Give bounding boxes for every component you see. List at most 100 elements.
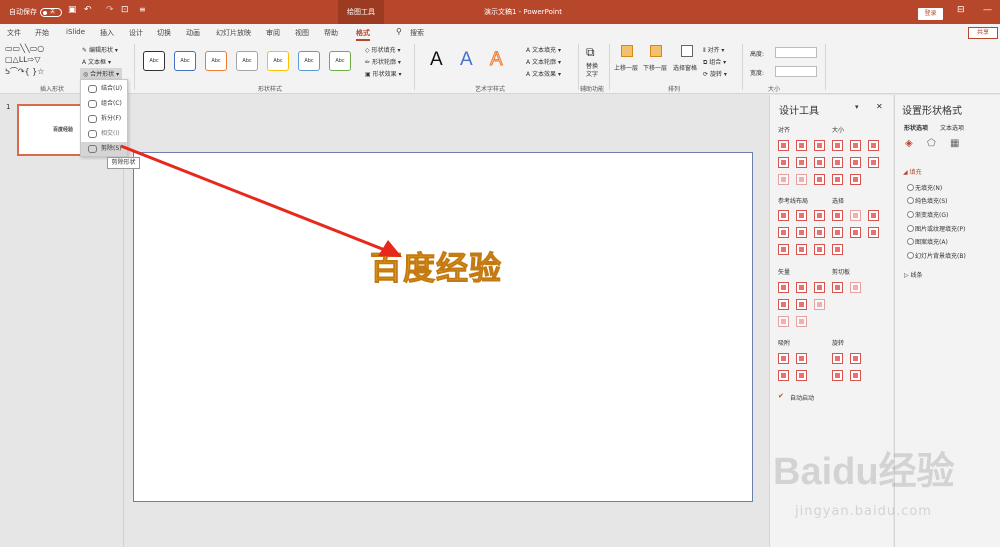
size-tool-icon[interactable] [868, 140, 879, 151]
text-effect-button[interactable]: A 文本效果 ▾ [526, 69, 561, 78]
shape-effect-button[interactable]: ▣ 形状效果 ▾ [365, 69, 402, 78]
tab-transitions[interactable]: 切换 [157, 28, 171, 38]
rotate-tool-icon[interactable] [850, 370, 861, 381]
snap-tool-icon[interactable] [778, 370, 789, 381]
shape-style-3[interactable]: Abc [205, 51, 227, 71]
fill-line-icon[interactable]: ◈ [905, 138, 913, 149]
merge-shapes-button[interactable]: ◎ 合并形状 ▾ [80, 68, 123, 79]
tab-insert[interactable]: 插入 [100, 28, 114, 38]
selection-pane-label[interactable]: 选择窗格 [673, 63, 697, 72]
shape-gallery[interactable]: ▭▭╲╲▭○ [5, 44, 44, 53]
autosave-toggle[interactable]: 关 [40, 8, 62, 17]
select-tool-icon[interactable] [868, 210, 879, 221]
clipboard-tool-icon[interactable] [850, 282, 861, 293]
size-tool-icon[interactable] [850, 157, 861, 168]
select-tool-icon[interactable] [832, 227, 843, 238]
menu-item-fragment[interactable]: 拆分(F) [81, 112, 127, 126]
text-outline-button[interactable]: A 文本轮廓 ▾ [526, 57, 561, 66]
guide-tool-icon[interactable] [778, 227, 789, 238]
size-tool-icon[interactable] [850, 140, 861, 151]
share-button[interactable]: 共享 [968, 27, 998, 39]
fill-option-none[interactable]: 无填充(N) [906, 183, 942, 192]
bring-forward-icon[interactable] [621, 45, 633, 57]
menu-item-intersect[interactable]: 相交(I) [81, 127, 127, 141]
auto-start-checkbox[interactable]: ✔ [778, 392, 784, 400]
effects-icon[interactable]: ⬠ [927, 138, 936, 149]
slide-title-text[interactable]: 百度经验 [369, 243, 502, 289]
size-tool-icon[interactable] [832, 140, 843, 151]
alt-text-label-2[interactable]: 文字 [586, 69, 598, 78]
align-tool-icon[interactable] [778, 157, 789, 168]
menu-item-subtract[interactable]: 剪除(S) [81, 142, 127, 156]
shape-outline-button[interactable]: ✏ 形状轮廓 ▾ [365, 57, 401, 66]
align-tool-icon[interactable] [796, 157, 807, 168]
align-button[interactable]: ⫴ 对齐 ▾ [703, 45, 724, 55]
save-icon[interactable]: ▣ [68, 5, 77, 15]
snap-tool-icon[interactable] [796, 353, 807, 364]
cursor-icon[interactable] [868, 227, 879, 238]
tab-design[interactable]: 设计 [129, 28, 143, 38]
snap-tool-icon[interactable] [778, 353, 789, 364]
guide-tool-icon[interactable] [814, 210, 825, 221]
guide-tool-icon[interactable] [778, 244, 789, 255]
select-tool-icon[interactable] [850, 227, 861, 238]
fill-option-picture[interactable]: 图片或纹理填充(P) [906, 224, 965, 233]
rotate-tool-icon[interactable] [832, 370, 843, 381]
login-button[interactable]: 登录 [918, 8, 943, 20]
undo-icon[interactable]: ↶ [84, 5, 92, 15]
align-tool-icon[interactable] [778, 140, 789, 151]
selection-pane-icon[interactable] [681, 45, 693, 57]
height-input[interactable] [775, 47, 817, 58]
vector-tool-icon[interactable] [796, 282, 807, 293]
tab-shape-options[interactable]: 形状选项 [904, 123, 928, 132]
shape-style-6[interactable]: Abc [298, 51, 320, 71]
align-tool-icon[interactable] [778, 174, 789, 185]
shape-style-2[interactable]: Abc [174, 51, 196, 71]
send-backward-label[interactable]: 下移一层 [643, 63, 667, 72]
tab-home[interactable]: 开始 [35, 28, 49, 38]
vector-tool-icon[interactable] [778, 316, 789, 327]
close-icon[interactable]: ✕ [876, 102, 883, 111]
tab-review[interactable]: 审阅 [266, 28, 280, 38]
wordart-style-1[interactable]: A [430, 49, 443, 71]
guide-tool-icon[interactable] [814, 244, 825, 255]
align-tool-icon[interactable] [796, 140, 807, 151]
slide-canvas[interactable]: 百度经验 [133, 152, 753, 502]
size-tool-icon[interactable] [868, 157, 879, 168]
size-tool-icon[interactable] [850, 174, 861, 185]
wordart-style-2[interactable]: A [460, 49, 473, 71]
vector-tool-icon[interactable] [814, 299, 825, 310]
vector-tool-icon[interactable] [814, 282, 825, 293]
tab-islide[interactable]: iSlide [66, 28, 85, 36]
line-section-toggle[interactable]: ▷ 线条 [904, 270, 923, 279]
fill-section-toggle[interactable]: ◢ 填充 [903, 167, 922, 176]
rotate-tool-icon[interactable] [832, 353, 843, 364]
fill-option-background[interactable]: 幻灯片背景填充(B) [907, 251, 966, 260]
align-tool-icon[interactable] [814, 140, 825, 151]
shape-style-7[interactable]: Abc [329, 51, 351, 71]
shape-gallery-row3[interactable]: ᕊ⌒↷{ }☆ [5, 66, 44, 77]
fill-option-solid[interactable]: 纯色填充(S) [907, 196, 948, 205]
bring-forward-label[interactable]: 上移一层 [614, 63, 638, 72]
select-tool-icon[interactable] [832, 244, 843, 255]
edit-shape-button[interactable]: ✎ 编辑形状 ▾ [82, 45, 118, 54]
guide-tool-icon[interactable] [796, 244, 807, 255]
vector-tool-icon[interactable] [796, 316, 807, 327]
guide-tool-icon[interactable] [814, 227, 825, 238]
ribbon-display-icon[interactable]: ⊟ [957, 5, 965, 15]
select-tool-icon[interactable] [850, 210, 861, 221]
rotate-button[interactable]: ⟳ 旋转 ▾ [703, 69, 727, 78]
shape-style-4[interactable]: Abc [236, 51, 258, 71]
shape-style-1[interactable]: Abc [143, 51, 165, 71]
presenter-icon[interactable]: ⊡ [121, 5, 129, 15]
vector-tool-icon[interactable] [778, 282, 789, 293]
menu-item-union[interactable]: 结合(U) [81, 82, 127, 96]
tab-format[interactable]: 格式 [356, 28, 370, 41]
search-box[interactable]: 搜索 [410, 28, 424, 38]
align-tool-icon[interactable] [814, 174, 825, 185]
clipboard-tool-icon[interactable] [832, 282, 843, 293]
shape-gallery-row2[interactable]: ▢△ᒪᒪ⇨▽ [5, 55, 40, 64]
redo-icon[interactable]: ↷ [106, 5, 114, 15]
tab-help[interactable]: 帮助 [324, 28, 338, 38]
rotate-tool-icon[interactable] [850, 353, 861, 364]
